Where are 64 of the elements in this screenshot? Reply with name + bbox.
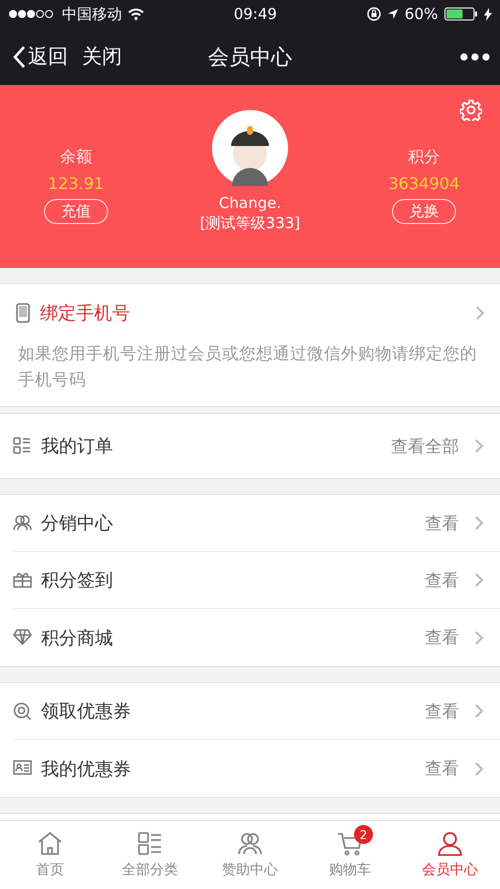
menu-label: 积分签到 <box>41 569 114 592</box>
phone-icon <box>16 302 30 322</box>
balance-value: 123.91 <box>48 174 104 193</box>
gift-icon <box>13 570 32 590</box>
list-icon <box>13 436 32 456</box>
menu-label: 分销中心 <box>41 512 114 536</box>
bind-phone-hint: 如果您用手机号注册过会员或您想通过微信外购物请绑定您的手机号码 <box>17 343 478 391</box>
location-icon <box>386 8 399 20</box>
count-badge: 2 <box>354 825 373 844</box>
points-value: 3634904 <box>388 174 460 193</box>
back-button[interactable]: 返回 <box>12 43 68 70</box>
tab-item[interactable]: 购物车 2 <box>300 821 400 889</box>
wifi-icon <box>128 8 144 20</box>
bind-phone-title: 绑定手机号 <box>40 302 131 324</box>
bind-phone-row[interactable]: 绑定手机号 <box>0 284 500 341</box>
settings-icon[interactable] <box>460 99 482 121</box>
more-icon[interactable] <box>460 52 490 60</box>
user-icon <box>437 831 463 857</box>
people-icon <box>237 831 263 857</box>
chevron-left-icon <box>12 44 26 68</box>
chevron-right-icon <box>474 438 484 454</box>
signal-icon <box>8 9 56 19</box>
close-button[interactable]: 关闭 <box>82 43 122 70</box>
home-icon <box>37 831 63 857</box>
chevron-right-icon <box>474 630 484 646</box>
menu-row[interactable]: 我的优惠券 查看 <box>13 740 500 798</box>
balance-label: 余额 <box>60 147 92 168</box>
menu-label: 领取优惠券 <box>41 700 132 724</box>
view-link: 查看 <box>425 627 459 650</box>
tab-item[interactable]: 赞助中心 <box>200 821 300 889</box>
member-level: [测试等级333] <box>200 214 300 233</box>
category-icon <box>137 831 163 857</box>
view-link: 查看 <box>425 512 459 535</box>
clock-time: 09:49 <box>234 5 277 23</box>
tab-item[interactable]: 首页 <box>0 821 100 889</box>
user-name: Change. <box>218 194 282 212</box>
page-title: 会员中心 <box>208 44 292 68</box>
charging-icon <box>484 8 492 20</box>
view-link: 查看 <box>425 570 459 592</box>
carrier-name: 中国移动 <box>62 4 122 24</box>
menu-label: 我的优惠券 <box>41 758 132 781</box>
battery-icon <box>444 7 478 21</box>
chevron-right-icon <box>474 703 484 720</box>
view-link: 查看 <box>425 700 459 723</box>
menu-label: 我的订单 <box>41 435 114 458</box>
tab-item[interactable]: 全部分类 <box>100 821 200 889</box>
chevron-right-icon <box>475 304 485 320</box>
people-icon <box>13 514 32 533</box>
view-link: 查看全部 <box>391 436 459 458</box>
menu-row[interactable]: 积分签到 查看 <box>13 552 500 610</box>
view-link: 查看 <box>425 758 459 780</box>
chevron-right-icon <box>474 515 484 532</box>
chevron-right-icon <box>474 572 484 588</box>
tab-item[interactable]: 会员中心 <box>400 821 500 889</box>
rotation-lock-icon <box>366 7 381 21</box>
menu-row[interactable]: 积分商城 查看 <box>13 609 500 666</box>
menu-row[interactable]: 分销中心 查看 <box>13 495 500 552</box>
diamond-icon <box>13 628 32 648</box>
battery-percent: 60% <box>404 5 438 23</box>
points-label: 积分 <box>408 147 440 168</box>
menu-label: 积分商城 <box>41 626 114 650</box>
coupon-search-icon <box>13 702 32 721</box>
chevron-right-icon <box>474 760 484 777</box>
menu-row[interactable]: 领取优惠券 查看 <box>13 683 500 740</box>
